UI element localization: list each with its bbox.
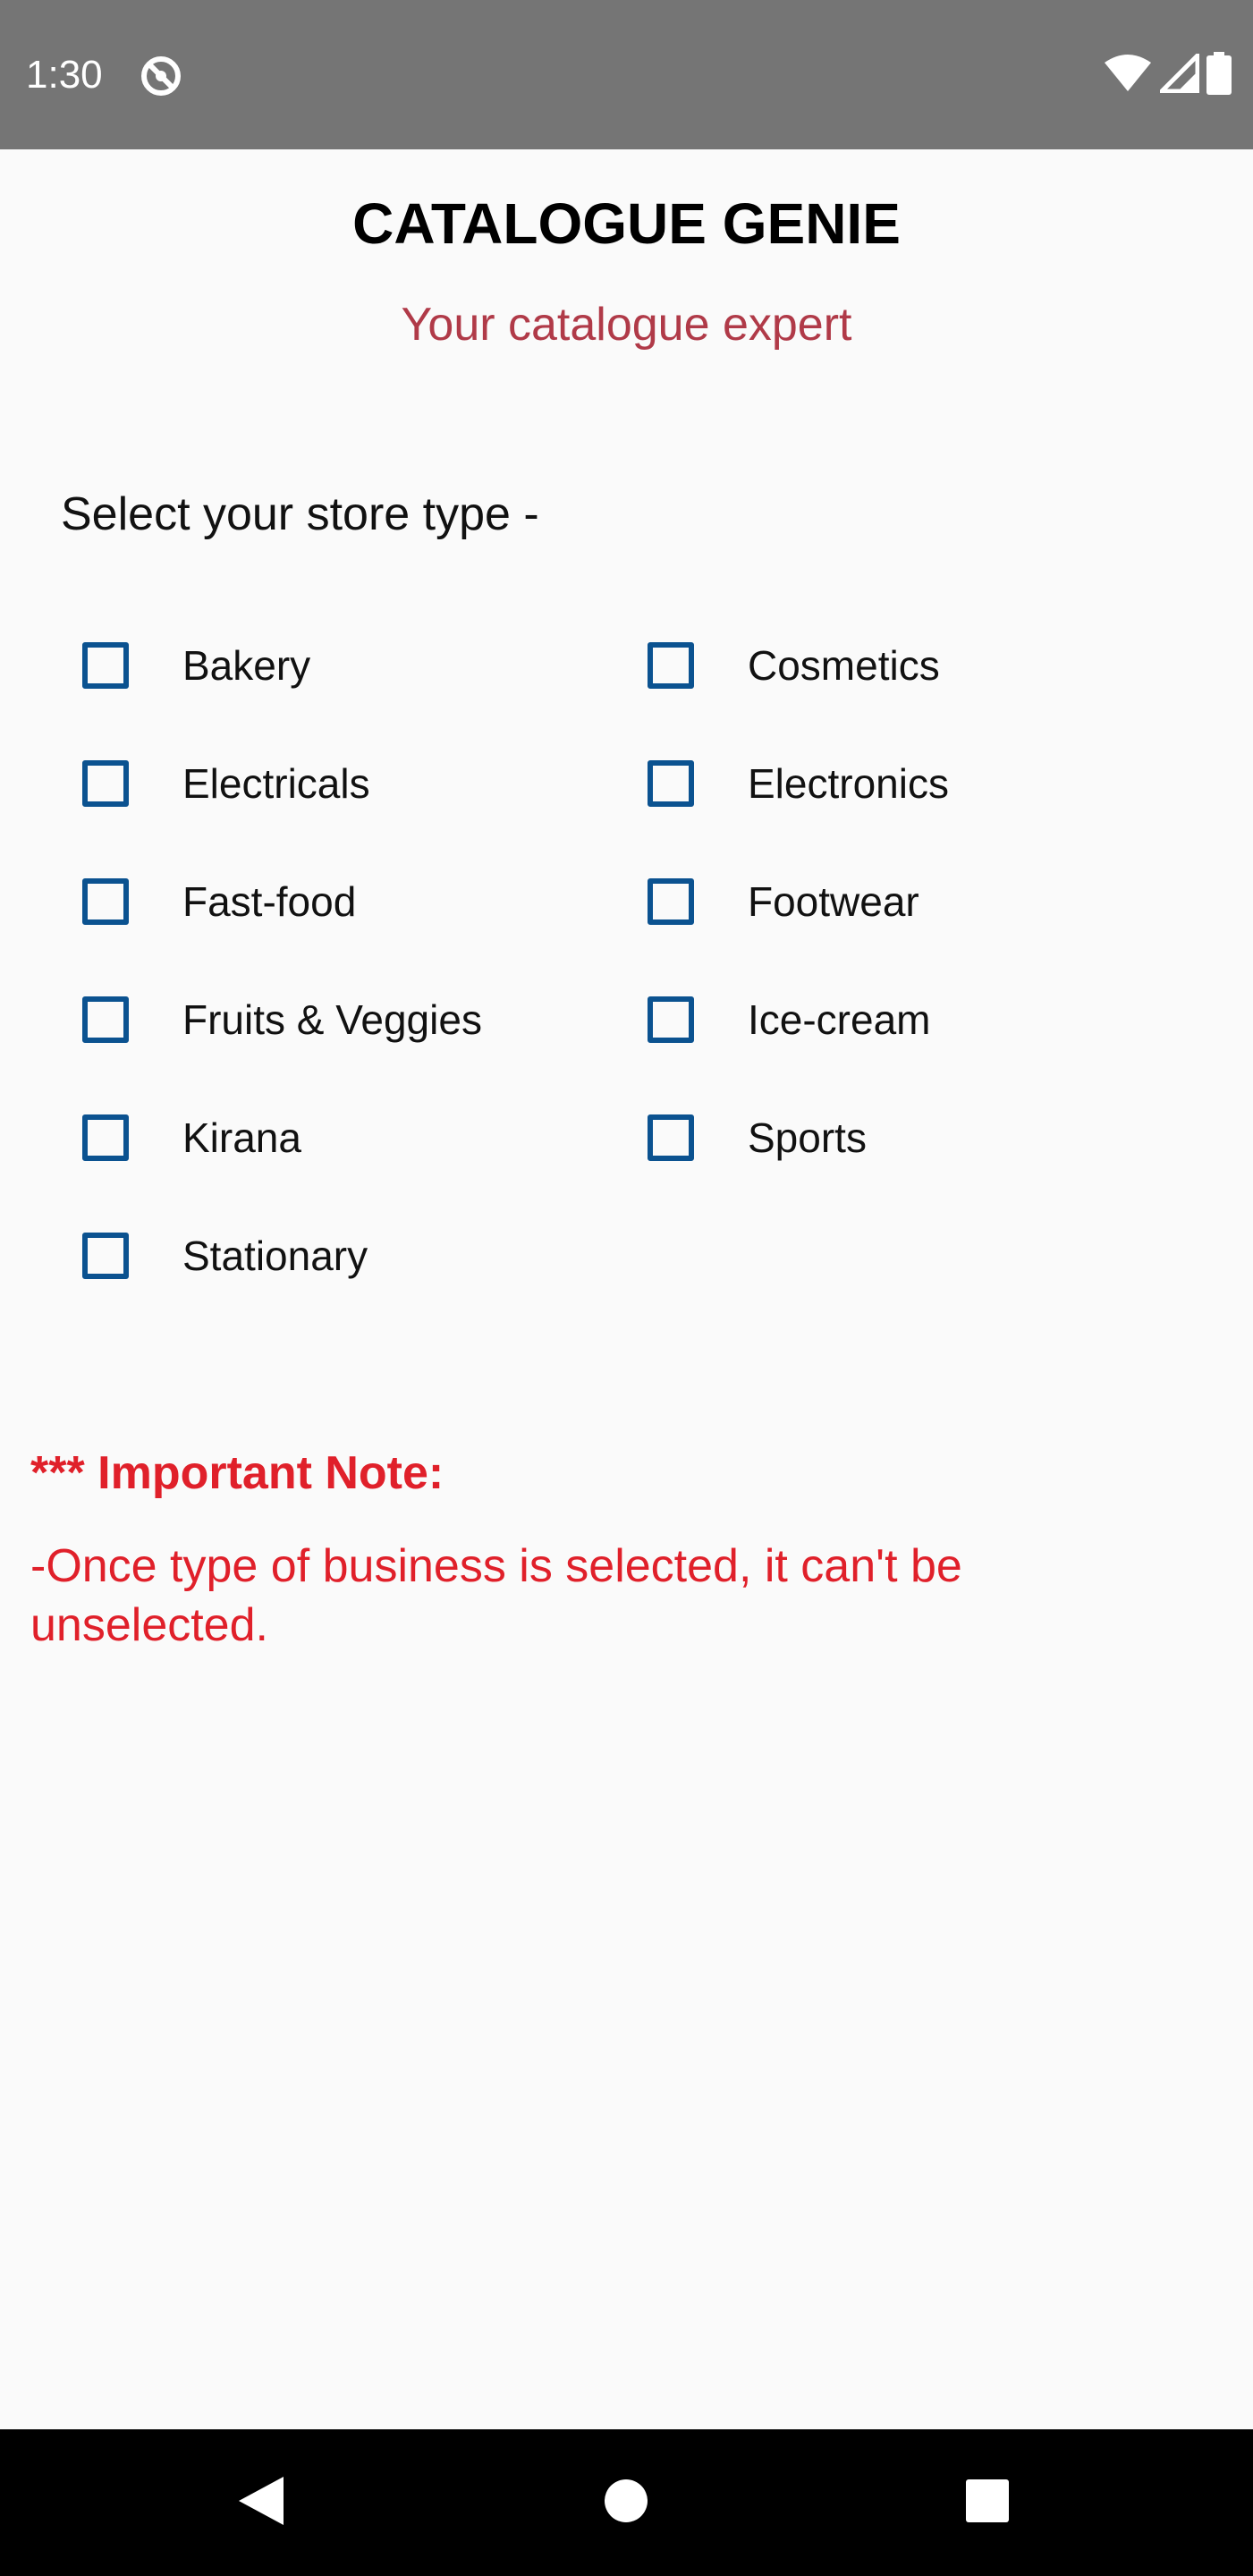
app-notification-icon [139,54,183,98]
store-option-bakery[interactable]: Bakery [82,637,310,694]
store-option-label: Electronics [748,760,949,807]
checkbox-electricals[interactable] [82,760,129,807]
cellular-signal-icon [1156,49,1200,97]
wifi-icon [1103,54,1153,97]
store-option-label: Stationary [182,1233,368,1279]
checkbox-electronics[interactable] [648,760,694,807]
store-option-electronics[interactable]: Electronics [648,755,949,812]
status-icons [1103,49,1232,99]
store-option-label: Cosmetics [748,642,940,689]
store-option-ice-cream[interactable]: Ice-cream [648,991,930,1048]
recents-icon [964,2478,1011,2529]
status-time: 1:30 [26,53,103,97]
checkbox-footwear[interactable] [648,878,694,925]
important-note-body: -Once type of business is selected, it c… [30,1540,962,1651]
store-type-label: Select your store type - [61,488,539,540]
store-option-electricals[interactable]: Electricals [82,755,370,812]
store-option-label: Bakery [182,642,311,689]
important-note-title: *** Important Note: [30,1447,444,1499]
status-bar: 1:30 [0,0,1253,149]
navigation-bar [0,2429,1253,2576]
back-button[interactable] [234,2476,288,2529]
store-option-label: Footwear [748,878,919,925]
store-option-label: Ice-cream [748,996,931,1043]
store-option-label: Fruits & Veggies [182,996,482,1043]
checkbox-cosmetics[interactable] [648,642,694,689]
store-option-sports[interactable]: Sports [648,1109,867,1166]
checkbox-bakery[interactable] [82,642,129,689]
checkbox-stationary[interactable] [82,1233,129,1279]
store-option-fast-food[interactable]: Fast-food [82,873,356,930]
store-option-stationary[interactable]: Stationary [82,1227,368,1284]
store-option-fruits-veggies[interactable]: Fruits & Veggies [82,991,482,1048]
store-option-label: Sports [748,1114,867,1161]
checkbox-kirana[interactable] [82,1114,129,1161]
store-option-kirana[interactable]: Kirana [82,1109,301,1166]
store-option-cosmetics[interactable]: Cosmetics [648,637,940,694]
checkbox-fast-food[interactable] [82,878,129,925]
store-option-label: Electricals [182,760,370,807]
battery-icon [1206,51,1232,99]
checkbox-ice-cream[interactable] [648,996,694,1043]
home-button[interactable] [599,2476,653,2529]
checkbox-fruits-veggies[interactable] [82,996,129,1043]
app-title: CATALOGUE GENIE [352,191,901,256]
store-option-label: Fast-food [182,878,357,925]
app-subtitle: Your catalogue expert [401,299,852,351]
store-option-label: Kirana [182,1114,301,1161]
back-icon [237,2475,285,2531]
home-icon [603,2478,649,2529]
recents-button[interactable] [961,2476,1014,2529]
store-option-footwear[interactable]: Footwear [648,873,919,930]
checkbox-sports[interactable] [648,1114,694,1161]
